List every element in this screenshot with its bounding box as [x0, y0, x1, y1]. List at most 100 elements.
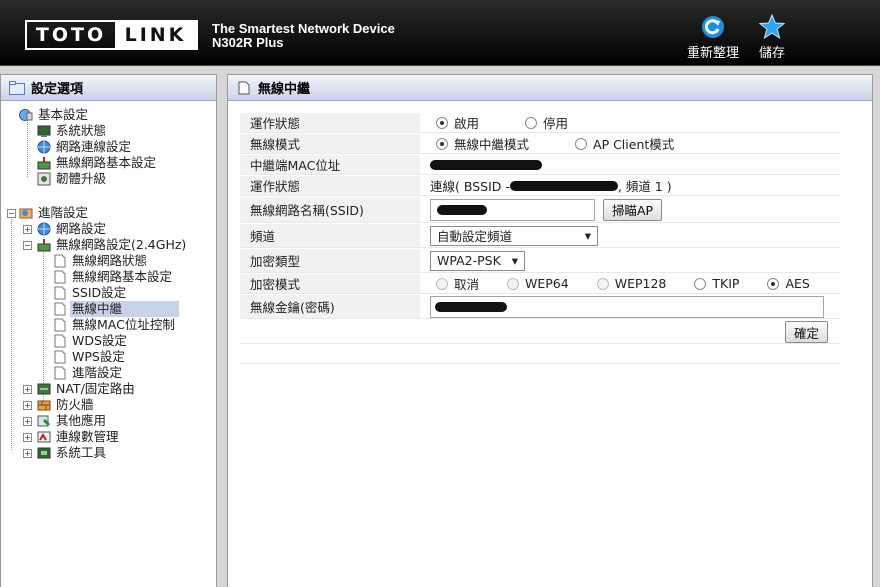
tree-label: 韌體升級	[56, 171, 107, 186]
tree-firewall[interactable]: 防火牆	[37, 397, 96, 413]
tree-item-system-status[interactable]: 系統狀態	[37, 123, 108, 139]
tree-connection-management[interactable]: 連線數管理	[37, 429, 121, 445]
radio-circle	[507, 277, 520, 290]
tree-item-ssid[interactable]: SSID設定	[53, 285, 128, 301]
field-label: 運作狀態	[240, 113, 420, 132]
tree-advanced-settings[interactable]: 進階設定	[19, 205, 90, 221]
tree-basic-settings[interactable]: 基本設定	[19, 107, 90, 123]
tree-label: 其他應用	[56, 413, 107, 428]
radio-enc-none[interactable]: 取消	[436, 274, 479, 293]
tree-item-network-connection[interactable]: 網路連線設定	[37, 139, 133, 155]
channel-select[interactable]: 自動設定頻道 ▾	[430, 225, 598, 246]
page-icon	[54, 366, 66, 380]
tree-network-settings[interactable]: 網路設定	[37, 221, 108, 237]
row-encryption-mode: 加密模式 取消 WEP64 WEP128 TKIP AES	[240, 274, 840, 294]
tree-item-wireless-repeater[interactable]: 無線中繼	[53, 301, 179, 317]
radio-enc-aes[interactable]: AES	[767, 276, 810, 291]
page-icon	[54, 286, 66, 300]
radio-circle	[436, 277, 448, 290]
status-suffix: , 頻道 1 )	[617, 179, 672, 194]
wireless-icon	[37, 239, 51, 252]
top-header: TOTO LINK The Smartest Network Device N3…	[0, 0, 880, 66]
nat-icon	[37, 383, 51, 395]
totolink-logo: TOTO LINK	[25, 20, 198, 50]
basic-settings-icon	[19, 109, 33, 121]
ssid-input[interactable]	[430, 198, 595, 221]
redacted-bssid	[509, 180, 618, 191]
tree-item-wireless-status[interactable]: 無線網路狀態	[53, 253, 149, 269]
collapse-toggle[interactable]: −	[7, 209, 16, 218]
page-icon	[54, 254, 66, 268]
radio-enc-wep128[interactable]: WEP128	[596, 276, 666, 291]
folder-icon	[9, 80, 25, 95]
radio-circle	[575, 137, 588, 150]
radio-repeater-mode[interactable]: 無線中繼模式	[436, 134, 529, 153]
main-header: 無線中繼	[228, 75, 872, 101]
collapse-toggle[interactable]: −	[23, 241, 32, 250]
tree-item-wireless-advanced[interactable]: 進階設定	[53, 365, 124, 381]
tree-label: 無線中繼	[70, 301, 179, 317]
tagline-block: The Smartest Network Device N302R Plus	[212, 22, 395, 50]
tree-line	[27, 115, 28, 177]
scan-ap-button[interactable]: 掃瞄AP	[603, 198, 663, 221]
radio-disable[interactable]: 停用	[525, 113, 568, 132]
tree-system-tools[interactable]: 系統工具	[37, 445, 108, 461]
wireless-key-input[interactable]	[430, 295, 824, 318]
radio-ap-client-mode[interactable]: AP Client模式	[575, 134, 674, 153]
field-label: 中繼端MAC位址	[240, 155, 420, 174]
radio-enc-wep64[interactable]: WEP64	[507, 276, 569, 291]
encryption-type-select[interactable]: WPA2-PSK ▾	[430, 250, 525, 271]
radio-circle	[436, 137, 448, 150]
tree-label: 無線網路設定(2.4GHz)	[56, 237, 187, 252]
tree-label: 系統工具	[56, 445, 107, 460]
row-op-status: 運作狀態 啟用 停用	[240, 113, 840, 133]
radio-enable[interactable]: 啟用	[436, 113, 479, 132]
tree-label: 系統狀態	[56, 123, 107, 138]
expand-toggle[interactable]: +	[23, 417, 32, 426]
expand-toggle[interactable]: +	[23, 401, 32, 410]
redacted-ssid	[437, 204, 487, 215]
refresh-button[interactable]: 重新整理	[683, 14, 743, 61]
page-icon	[238, 81, 250, 94]
tree-label: 進階設定	[38, 205, 89, 220]
select-value: WPA2-PSK	[437, 253, 501, 268]
expand-toggle[interactable]: +	[23, 225, 32, 234]
row-repeater-mac: 中繼端MAC位址	[240, 155, 840, 175]
expand-toggle[interactable]: +	[23, 433, 32, 442]
tree-label: 基本設定	[38, 107, 89, 122]
expand-toggle[interactable]: +	[23, 385, 32, 394]
tree-label: 進階設定	[72, 365, 123, 380]
tree-label: 網路連線設定	[56, 139, 132, 154]
row-wireless-key: 無線金鑰(密碼)	[240, 295, 840, 319]
tree-other-apps[interactable]: 其他應用	[37, 413, 108, 429]
tree-line	[11, 212, 12, 450]
tree-nat-routing[interactable]: NAT/固定路由	[37, 381, 137, 397]
save-button[interactable]: 儲存	[750, 14, 794, 61]
apply-button[interactable]: 確定	[784, 321, 828, 343]
tree-item-wireless-basic-adv[interactable]: 無線網路基本設定	[53, 269, 174, 285]
page-title: 無線中繼	[258, 82, 311, 97]
page-icon	[54, 302, 66, 316]
tree-item-wireless-basic[interactable]: 無線網路基本設定	[37, 155, 158, 171]
row-run-status: 運作狀態 連線( BSSID - , 頻道 1 )	[240, 176, 840, 196]
tree-item-wds[interactable]: WDS設定	[53, 333, 129, 349]
star-icon	[759, 14, 785, 40]
connections-icon	[37, 431, 51, 443]
tree-item-mac-control[interactable]: 無線MAC位址控制	[53, 317, 177, 333]
tree-wireless-settings[interactable]: 無線網路設定(2.4GHz)	[37, 237, 188, 253]
tree-item-firmware-upgrade[interactable]: 韌體升級	[37, 171, 108, 187]
radio-label: 啟用	[454, 116, 480, 131]
main-panel: 無線中繼 運作狀態 啟用 停用 無線模式 無線中繼模式 AP Client模式 …	[227, 74, 873, 587]
tree-item-wps[interactable]: WPS設定	[53, 349, 127, 365]
radio-enc-tkip[interactable]: TKIP	[694, 276, 739, 291]
row-encryption-type: 加密類型 WPA2-PSK ▾	[240, 249, 840, 273]
radio-label: TKIP	[712, 276, 740, 291]
wireless-icon	[37, 157, 51, 170]
page-icon	[54, 350, 66, 364]
expand-toggle[interactable]: +	[23, 449, 32, 458]
globe-icon	[37, 140, 51, 154]
tree-label: 無線MAC位址控制	[72, 317, 175, 332]
page-icon	[54, 270, 66, 284]
page-icon	[54, 334, 66, 348]
status-prefix: 連線( BSSID -	[430, 179, 510, 194]
